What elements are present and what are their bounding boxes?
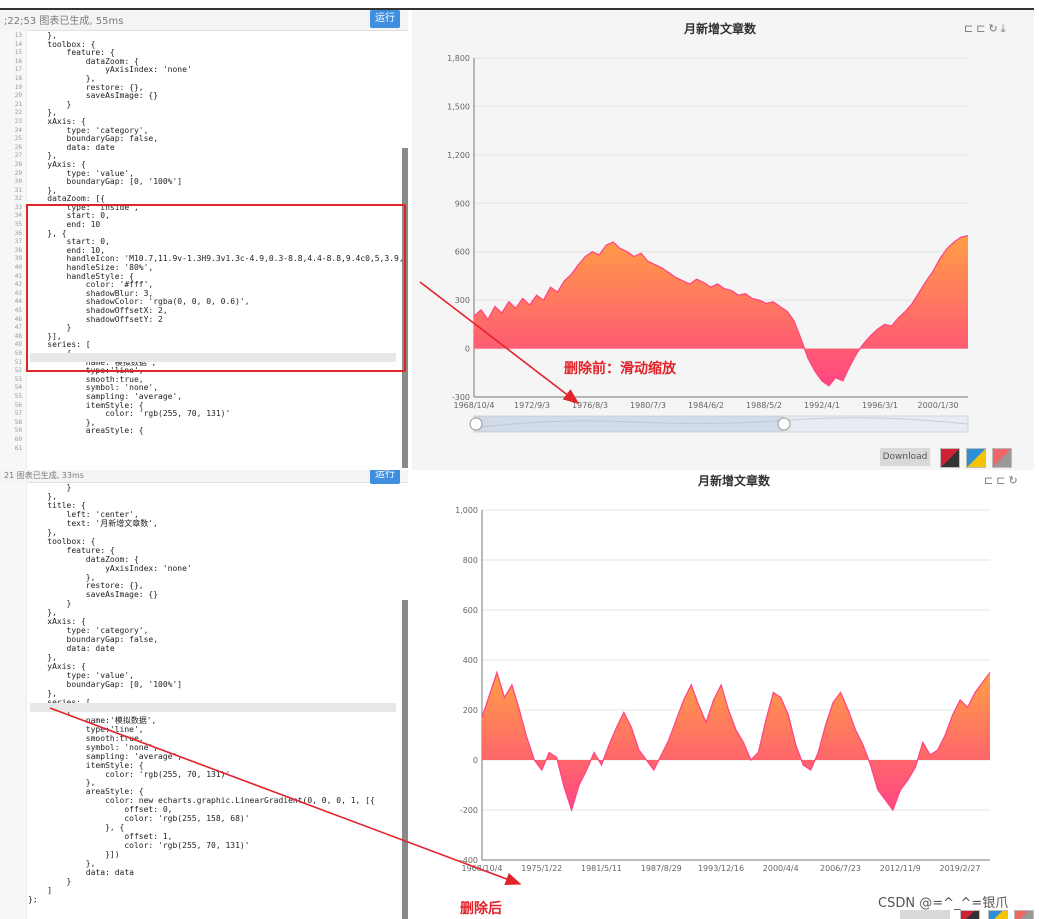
code-line[interactable]: boundaryGap: [0, '100%'] [28,680,398,690]
y-tick-label: 1,800 [447,54,470,63]
annotation-after: 删除后 [460,901,502,917]
y-tick-label: -200 [460,806,478,815]
annotation-before: 删除前：滑动缩放 [564,361,676,377]
x-tick-label: 1972/9/3 [514,401,550,410]
theme-swatch-red[interactable] [960,910,980,919]
y-tick-label: 0 [465,345,470,354]
theme-swatch-red[interactable] [940,448,960,468]
y-tick-label: 300 [455,296,470,305]
y-tick-label: 400 [463,656,478,665]
y-tick-label: 0 [473,756,478,765]
code-line[interactable]: data: date [28,644,398,654]
theme-swatch-gray[interactable] [1014,910,1034,919]
x-tick-label: 1980/7/3 [630,401,666,410]
theme-swatch-gray[interactable] [992,448,1012,468]
top-chart-panel: 月新增文章数 ⊏⊏↻⤓ -300 0 300 600 900 1,200 1,500 1,80… [412,8,1034,470]
run-button[interactable]: 运行 [370,10,400,28]
bottom-area-chart: -400-20002004006008001,0001968/10/4 1975/… [455,506,991,873]
code-line[interactable]: boundaryGap: [0, '100%'] [28,177,398,187]
x-tick-label: 1975/1/22 [521,864,562,873]
current-line-highlight [30,703,396,712]
download-button[interactable]: Download [880,448,930,466]
y-tick-label: 1,200 [447,151,470,160]
x-tick-label: 1968/10/4 [461,864,502,873]
csdn-watermark: CSDN @=^_^=银爪 [878,896,1009,911]
code-line[interactable]: saveAsImage: {} [28,590,398,600]
line-numbers: 13 14 15 16 17 18 19 20 21 22 23 24 25 2… [14,32,22,452]
editor-status-bar: 21 图表已生成, 33ms 运行 [0,470,408,484]
code-line[interactable]: ] [28,886,398,896]
code-line[interactable]: } [28,100,398,110]
code-line[interactable]: saveAsImage: {} [28,92,398,101]
editor-scrollbar[interactable] [402,600,408,919]
y-tick-label: 600 [455,248,470,257]
code-line[interactable]: } [28,599,398,609]
x-tick-label: 2012/11/9 [880,864,921,873]
code-text[interactable]: } }, title: { left: 'center', text: '月新增… [28,483,398,905]
y-tick-label: 800 [463,556,478,565]
y-tick-label: 200 [463,706,478,715]
y-tick-label: 600 [463,606,478,615]
code-line[interactable]: areaStyle: { [28,427,398,436]
x-tick-label: 1984/6/2 [688,401,724,410]
top-border [0,8,1034,10]
series-area [482,672,990,810]
code-line[interactable]: }; [28,895,398,905]
x-tick-label: 1968/10/4 [453,401,494,410]
code-line[interactable]: text: '月新增文章数', [28,519,398,529]
datazoom-highlight-box [26,204,406,372]
x-tick-label: 1996/3/1 [862,401,898,410]
editor-status-text: ;22;53 图表已生成, 55ms [4,16,124,27]
bottom-chart-panel: 月新增文章数 ⊏⊏↻ -400 -200 0 200 400 600 800 1,000 196… [412,470,1034,919]
theme-swatch-blue[interactable] [988,910,1008,919]
x-tick-label: 2000/1/30 [917,401,958,410]
x-tick-label: 1992/4/1 [804,401,840,410]
editor-status-text: 21 图表已生成, 33ms [4,471,84,480]
x-tick-label: 1988/5/2 [746,401,782,410]
bottom-code-editor[interactable]: 21 图表已生成, 33ms 运行 } }, title: { left: 'c… [0,470,408,919]
code-line[interactable]: } [28,483,398,493]
y-tick-label: 1,000 [455,506,478,515]
line-number-gutter: 13 14 15 16 17 18 19 20 21 22 23 24 25 2… [0,30,27,470]
download-button[interactable] [900,910,950,919]
x-tick-label: 1987/8/29 [641,864,682,873]
theme-swatch-blue[interactable] [966,448,986,468]
line-number-gutter [0,482,27,919]
series-area [474,235,968,386]
code-line[interactable]: } [28,877,398,887]
top-area-chart: -30003006009001,2001,5001,8001968/10/4 19… [447,54,969,433]
datazoom-handle-end [777,417,791,431]
x-tick-label: 1981/5/11 [581,864,622,873]
code-line[interactable]: data: data [28,868,398,878]
x-tick-label: 1976/8/3 [572,401,608,410]
run-button[interactable]: 运行 [370,470,400,484]
x-tick-label: 2006/7/23 [820,864,861,873]
x-tick-label: 1993/12/16 [698,864,744,873]
x-tick-label: 2000/4/4 [763,864,799,873]
y-tick-label: 1,500 [447,102,470,111]
editor-status-bar: ;22;53 图表已生成, 55ms 运行 [0,8,408,31]
x-tick-label: 2019/2/27 [939,864,980,873]
code-line[interactable]: data: date [28,143,398,153]
datazoom-handle-start [469,417,483,431]
y-tick-label: 900 [455,199,470,208]
datazoom-window [474,416,784,432]
